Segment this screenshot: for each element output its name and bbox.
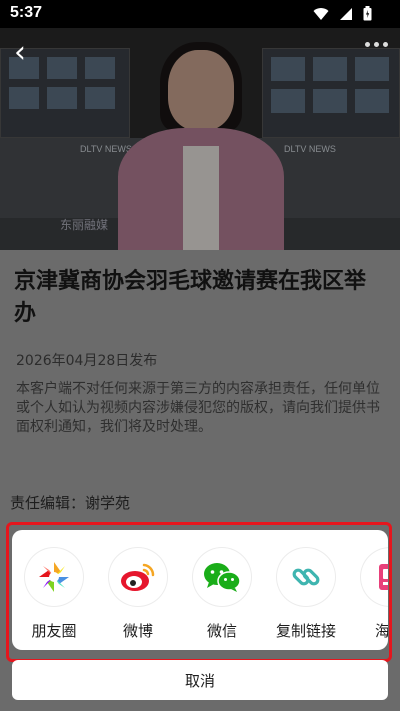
video-player[interactable]: DLTV NEWS DLTV NEWS 东丽融媒 ‹ bbox=[0, 28, 400, 250]
cancel-button[interactable]: 取消 bbox=[12, 660, 388, 700]
battery-icon bbox=[363, 6, 372, 25]
wifi-icon bbox=[313, 6, 329, 25]
copyright-disclaimer: 本客户端不对任何来源于第三方的内容承担责任，任何单位或个人如认为视频内容涉嫌侵犯… bbox=[16, 381, 380, 435]
more-options-icon[interactable] bbox=[365, 42, 388, 47]
dim-overlay bbox=[0, 28, 400, 250]
publish-date: 2026年04月28日发布 bbox=[16, 353, 158, 369]
share-option-label: 朋友圈 bbox=[31, 622, 77, 640]
share-option-wechat[interactable]: 微信 bbox=[180, 548, 264, 641]
responsible-editor: 责任编辑：谢学苑 bbox=[10, 494, 131, 512]
status-bar: 5:37 bbox=[0, 0, 400, 28]
share-option-copy-link[interactable]: 复制链接 bbox=[264, 548, 348, 641]
moments-icon bbox=[25, 548, 83, 606]
back-arrow-icon[interactable]: ‹ bbox=[14, 38, 26, 68]
share-option-moments[interactable]: 朋友圈 bbox=[12, 548, 96, 641]
poster-icon bbox=[361, 548, 388, 606]
share-sheet: 朋友圈 微博 微信 复制链接 海 bbox=[12, 530, 388, 650]
share-option-label: 复制链接 bbox=[275, 622, 336, 640]
share-option-weibo[interactable]: 微博 bbox=[96, 548, 180, 641]
link-icon bbox=[277, 548, 335, 606]
share-options-row[interactable]: 朋友圈 微博 微信 复制链接 海 bbox=[12, 548, 388, 641]
share-option-label: 海报 bbox=[374, 622, 388, 640]
wechat-icon bbox=[193, 548, 251, 606]
share-option-label: 微博 bbox=[122, 622, 153, 640]
status-icons bbox=[313, 6, 372, 25]
share-option-label: 微信 bbox=[206, 622, 237, 640]
share-option-poster[interactable]: 海报 bbox=[348, 548, 388, 641]
weibo-icon bbox=[109, 548, 167, 606]
article-title: 京津冀商协会羽毛球邀请赛在我区举办 bbox=[14, 269, 367, 326]
signal-icon bbox=[339, 6, 353, 25]
status-time: 5:37 bbox=[10, 4, 43, 21]
